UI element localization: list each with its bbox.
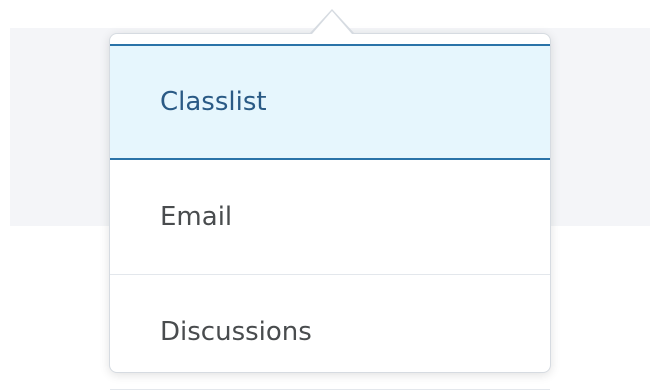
menu-item-label: Discussions <box>160 317 312 347</box>
menu-item-label: Classlist <box>160 87 267 117</box>
dropdown-menu: Classlist Email Discussions <box>109 33 551 390</box>
menu-item-discussions[interactable]: Discussions <box>110 275 550 390</box>
menu-item-label: Email <box>160 202 233 232</box>
menu-item-email[interactable]: Email <box>110 160 550 275</box>
menu-list: Classlist Email Discussions <box>110 44 550 390</box>
dropdown-caret <box>312 11 352 34</box>
menu-item-classlist[interactable]: Classlist <box>110 44 550 160</box>
